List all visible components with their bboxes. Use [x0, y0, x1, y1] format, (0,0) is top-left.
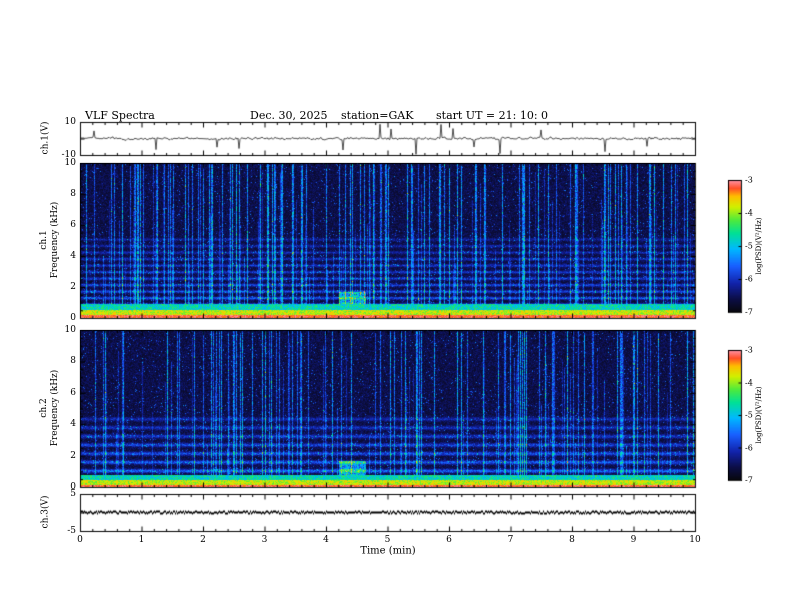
ch1-frequency-axis-label: ch.1 Frequency (kHz) — [39, 202, 61, 279]
ch2-label: ch.2 — [39, 398, 49, 418]
ch1-colorbar-label: log(PSD)(V²/Hz) — [755, 217, 763, 275]
y-tick-label: 4 — [70, 419, 76, 430]
ch1-label: ch.1 — [39, 230, 49, 250]
x-tick-label: 9 — [630, 535, 637, 545]
x-tick-label: 10 — [689, 535, 701, 545]
x-tick-label: 1 — [138, 535, 145, 545]
colorbar-tick-label: -6 — [745, 443, 753, 452]
y-tick-label: 0 — [70, 313, 76, 323]
colorbar-tick-label: -3 — [745, 345, 753, 355]
y-tick-label: 2 — [70, 282, 76, 292]
x-tick-label: 2 — [200, 535, 206, 545]
colorbar-tick-label: -4 — [745, 208, 753, 218]
y-tick-label: 8 — [70, 189, 76, 199]
y-tick-label: 6 — [70, 220, 76, 230]
x-tick-label: 5 — [384, 535, 391, 545]
figure-date: Dec. 30, 2025 — [250, 109, 328, 122]
ch2-colorbar-canvas — [728, 350, 741, 480]
x-tick-label: 7 — [507, 535, 514, 545]
y-tick-label: 10 — [64, 117, 76, 127]
y-tick-label: -5 — [67, 526, 76, 536]
x-tick-label: 3 — [261, 535, 268, 545]
start-ut-label: start UT = 21: 10: 0 — [436, 109, 549, 122]
colorbar-tick-label: -6 — [745, 274, 753, 284]
colorbar-tick-label: -7 — [745, 475, 753, 485]
x-tick-label: 6 — [446, 535, 452, 545]
ch2-spectrogram-canvas — [80, 330, 695, 487]
ch3-voltage-axis-label: ch.3(V) — [40, 495, 51, 529]
y-tick-label: 10 — [64, 325, 76, 335]
y-tick-label: 10 — [64, 158, 76, 168]
ch1-colorbar-canvas — [728, 180, 741, 312]
colorbar-tick-label: -5 — [745, 410, 753, 420]
station-label: station=GAK — [341, 109, 414, 122]
vlf-spectra-figure: VLF Spectra Dec. 30, 2025 station=GAK st… — [0, 0, 792, 612]
y-tick-label: 4 — [70, 251, 76, 261]
y-tick-label: 5 — [70, 489, 76, 499]
y-tick-label: 2 — [70, 450, 76, 461]
ch2-colorbar-label: log(PSD)(V²/Hz) — [755, 386, 763, 444]
figure-title: VLF Spectra — [85, 109, 155, 122]
frequency-units-label: Frequency (kHz) — [50, 201, 60, 279]
x-tick-label: 0 — [77, 535, 83, 545]
colorbar-tick-label: -4 — [745, 378, 753, 387]
colorbar-tick-label: -7 — [745, 307, 753, 317]
x-tick-label: 4 — [323, 535, 329, 545]
colorbar-tick-label: -5 — [745, 241, 753, 251]
x-tick-label: 8 — [569, 535, 575, 545]
ch1-spectrogram-canvas — [80, 163, 695, 318]
colorbar-tick-label: -3 — [745, 175, 753, 185]
y-tick-label: 6 — [70, 387, 76, 398]
ch2-frequency-axis-label: ch.2 Frequency (kHz) — [39, 370, 61, 447]
time-axis-label: Time (min) — [360, 545, 416, 557]
y-tick-label: 8 — [70, 356, 76, 367]
frequency-units-label: Frequency (kHz) — [50, 369, 60, 447]
ch1-voltage-axis-label: ch.1(V) — [40, 121, 51, 155]
